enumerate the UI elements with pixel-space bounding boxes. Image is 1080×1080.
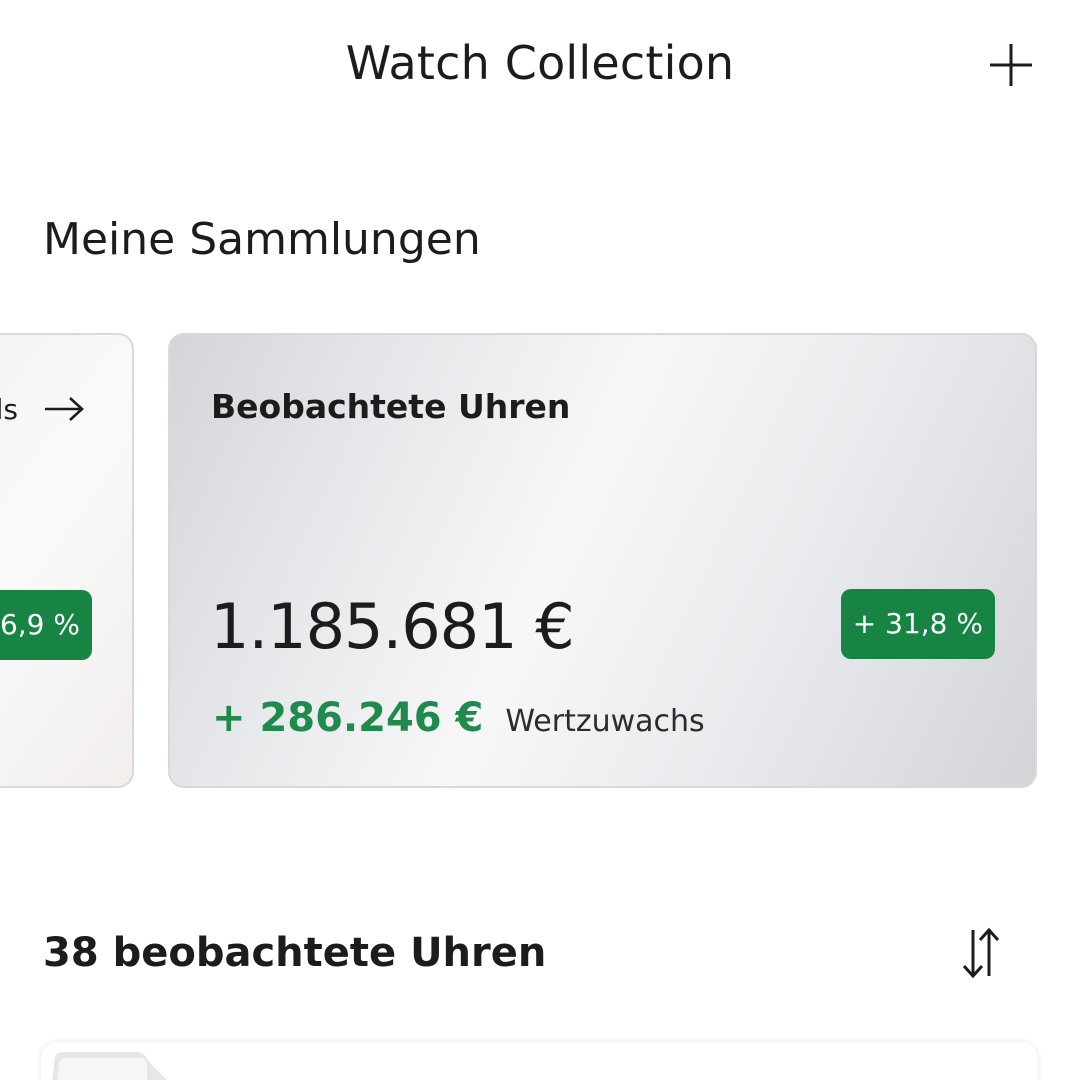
change-badge: + 31,8 % (840, 589, 995, 659)
gain-label: Wertzuwachs (505, 704, 705, 739)
watch-image (52, 1052, 167, 1080)
collection-card-previous[interactable]: ls 36,9 % (0, 333, 134, 788)
collection-card-title: ls (0, 393, 18, 426)
watch-list-item[interactable] (41, 1042, 1038, 1080)
change-badge: 36,9 % (0, 590, 92, 660)
gain-row: + 286.246 € Wertzuwachs (212, 695, 705, 741)
add-button[interactable] (982, 36, 1040, 94)
plus-icon (990, 44, 1032, 86)
gain-value: + 286.246 € (212, 695, 484, 741)
sort-arrows-icon (962, 927, 1000, 979)
watchlist-title: 38 beobachtete Uhren (43, 930, 547, 976)
collection-card-watched[interactable]: Beobachtete Uhren 1.185.681 € + 31,8 % +… (168, 333, 1037, 788)
watch-collection-screen: Watch Collection Meine Sammlungen ls 36,… (0, 0, 1080, 1080)
section-title-collections: Meine Sammlungen (43, 214, 481, 265)
page-title: Watch Collection (345, 36, 735, 90)
arrow-right-icon[interactable] (42, 395, 86, 423)
sort-button[interactable] (958, 924, 1004, 982)
collection-card-title: Beobachtete Uhren (211, 387, 571, 426)
collection-total-value: 1.185.681 € (210, 590, 575, 663)
